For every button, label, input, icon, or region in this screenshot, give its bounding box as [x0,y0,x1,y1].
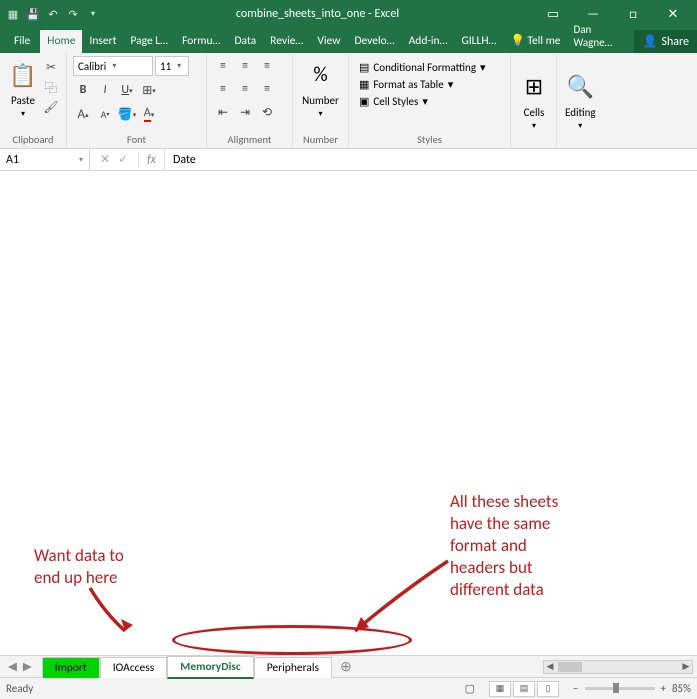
fx-icon[interactable]: fx [138,153,164,167]
sheet-tab-bar: ◀ ▶ Import IOAccess MemoryDisc Periphera… [0,655,697,677]
redo-icon[interactable]: ↷ [64,5,82,23]
decrease-indent-icon[interactable]: ⇤ [213,102,233,122]
sheet-tab-import[interactable]: Import [42,657,100,678]
undo-icon[interactable]: ↶ [44,5,62,23]
zoom-slider[interactable] [585,687,655,690]
view-page-break-icon[interactable]: ▯ [537,681,559,697]
italic-button[interactable]: I [95,80,115,100]
user-name[interactable]: Dan Wagne… [567,19,634,53]
tab-insert[interactable]: Insert [82,30,123,53]
formula-bar-row: A1▾ ✕ ✓ fx Date [0,149,697,171]
horizontal-scrollbar[interactable]: ◀▶ [543,660,693,674]
tab-view[interactable]: View [310,30,347,53]
cell-styles-icon: ▣ [359,95,369,108]
tab-review[interactable]: Revie… [263,30,310,53]
align-middle-icon[interactable]: ≡ [235,56,255,76]
tab-home[interactable]: Home [40,30,82,53]
editing-icon: 🔍 [565,70,595,104]
align-left-icon[interactable]: ≡ [213,79,233,99]
number-label: Number [299,131,342,146]
table-icon: ▦ [359,78,369,91]
view-normal-icon[interactable]: ▦ [489,681,511,697]
alignment-label: Alignment [213,131,286,146]
cancel-formula-icon[interactable]: ✕ [100,152,110,167]
ribbon: 📋 Paste ▾ ✂ ⿻ 🖌 Clipboard Calibri▾ 11▾ B… [0,53,697,149]
qat-more-icon[interactable]: ▾ [84,5,102,23]
shrink-font-icon[interactable]: A▾ [95,104,115,124]
font-size-combo[interactable]: 11▾ [155,56,189,76]
tab-file[interactable]: File [4,30,40,53]
sheet-tab-ioaccess[interactable]: IOAccess [100,657,167,678]
cell-styles-button[interactable]: ▣Cell Styles ▾ [355,94,432,109]
cond-format-icon: ▤ [359,61,369,74]
close-icon[interactable]: ✕ [653,0,693,28]
font-name-combo[interactable]: Calibri▾ [73,56,153,76]
tell-me[interactable]: 💡 Tell me [503,29,567,53]
percent-icon: % [305,58,335,92]
align-top-icon[interactable]: ≡ [213,56,233,76]
excel-icon: ▦ [4,5,22,23]
tab-custom[interactable]: GILLH… [455,30,504,53]
save-icon[interactable]: 💾 [24,5,42,23]
align-center-icon[interactable]: ≡ [235,79,255,99]
format-as-table-button[interactable]: ▦Format as Table ▾ [355,77,457,92]
window-title: combine_sheets_into_one - Excel [102,7,533,21]
annotation-arrow-1 [60,583,150,643]
enter-formula-icon[interactable]: ✓ [118,152,128,167]
share-icon: 👤 [642,34,657,49]
clipboard-label: Clipboard [6,131,60,146]
macro-record-icon[interactable]: ▢ [465,682,475,695]
paste-icon: 📋 [8,58,38,92]
paste-button[interactable]: 📋 Paste ▾ [6,56,40,121]
format-painter-icon[interactable]: 🖌 [42,98,60,116]
tab-developer[interactable]: Develo… [347,30,401,53]
tab-formulas[interactable]: Formu… [175,30,227,53]
cut-icon[interactable]: ✂ [42,58,60,76]
tab-data[interactable]: Data [227,30,263,53]
increase-indent-icon[interactable]: ⇥ [235,102,255,122]
add-sheet-icon[interactable]: ⊕ [332,655,360,678]
bold-button[interactable]: B [73,80,93,100]
underline-button[interactable]: U▾ [117,80,137,100]
sheet-tab-peripherals[interactable]: Peripherals [254,657,332,678]
name-box[interactable]: A1▾ [0,149,90,170]
styles-label: Styles [355,131,504,146]
conditional-formatting-button[interactable]: ▤Conditional Formatting ▾ [355,60,490,75]
align-right-icon[interactable]: ≡ [257,79,277,99]
border-button[interactable]: ⊞▾ [139,80,159,100]
ribbon-tabs: File Home Insert Page L… Formu… Data Rev… [0,28,697,53]
zoom-level[interactable]: 85% [672,682,691,695]
status-ready: Ready [6,682,33,695]
annotation-ellipse [172,625,412,655]
sheet-nav-next-icon[interactable]: ▶ [23,659,32,674]
editing-button[interactable]: 🔍 Editing ▾ [563,68,598,133]
grow-font-icon[interactable]: A▴ [73,104,93,124]
formula-input[interactable]: Date [164,149,697,170]
font-label: Font [73,131,200,146]
cells-button[interactable]: ⊞ Cells ▾ [517,68,551,133]
sheet-tab-memorydisc[interactable]: MemoryDisc [167,656,253,679]
number-format-button[interactable]: % Number ▾ [300,56,341,121]
align-bottom-icon[interactable]: ≡ [257,56,277,76]
cells-icon: ⊞ [519,70,549,104]
view-page-layout-icon[interactable]: ▤ [513,681,535,697]
status-bar: Ready ▢ ▦ ▤ ▯ − + 85% [0,677,697,699]
sheet-nav-prev-icon[interactable]: ◀ [8,659,17,674]
annotation-1: Want data to end up here [34,545,124,589]
zoom-out-icon[interactable]: − [573,682,578,695]
share-button[interactable]: 👤Share [634,30,697,53]
copy-icon[interactable]: ⿻ [42,78,60,96]
font-color-button[interactable]: A▾ [139,104,159,124]
fill-color-button[interactable]: 🪣▾ [117,104,137,124]
annotation-arrow-2 [340,553,460,643]
tab-addins[interactable]: Add-in… [402,30,455,53]
orientation-icon[interactable]: ⟲ [257,102,277,122]
tab-page-layout[interactable]: Page L… [123,30,175,53]
annotation-2: All these sheets have the same format an… [450,491,558,601]
zoom-in-icon[interactable]: + [661,682,666,695]
